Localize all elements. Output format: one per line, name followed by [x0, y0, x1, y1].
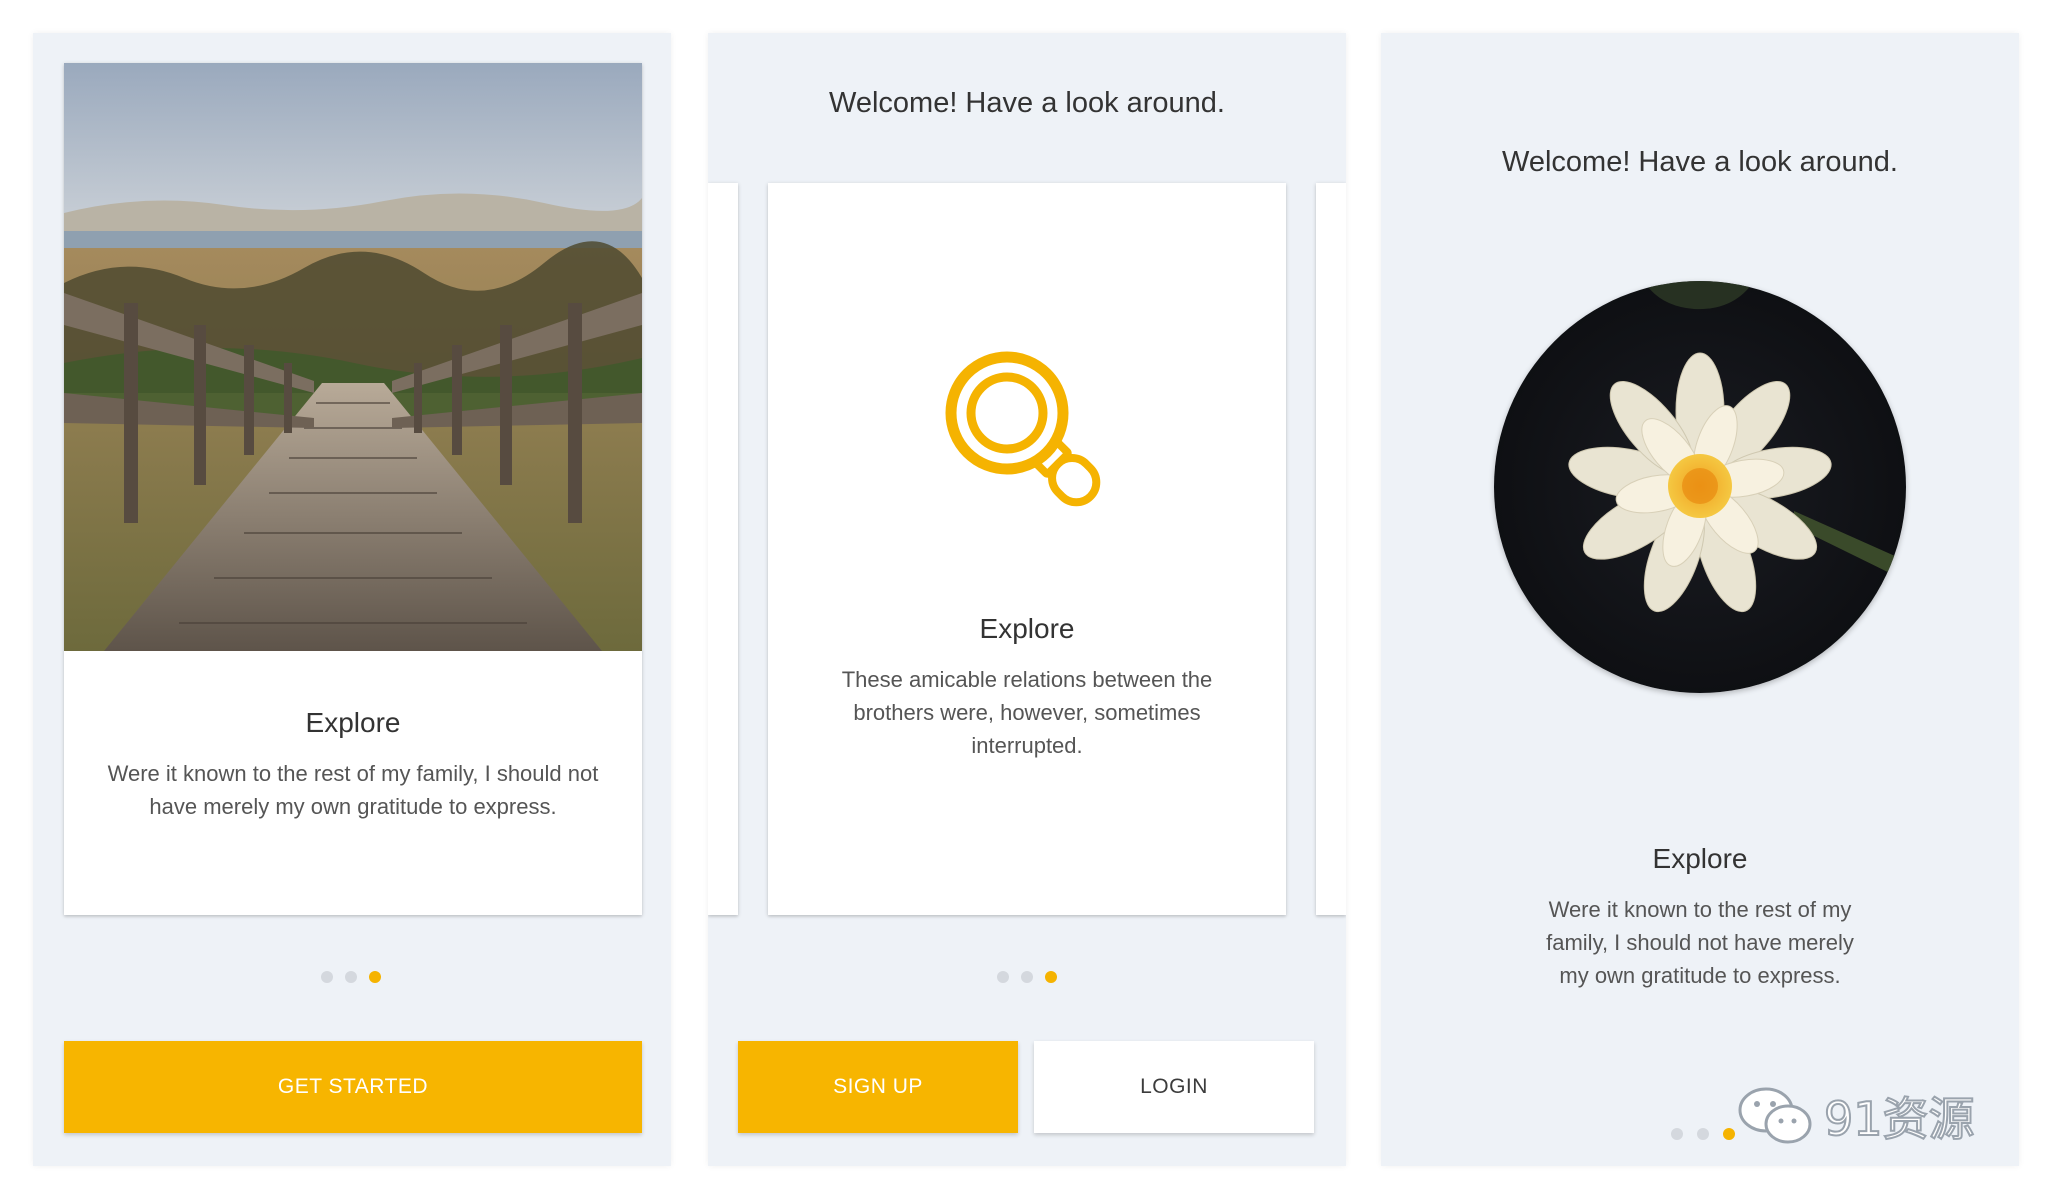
watermark-text: 91资源 [1823, 1091, 1976, 1147]
onboarding-screen-circle-image: Welcome! Have a look around. Explore Wer… [1381, 33, 2019, 1166]
page-dot-2[interactable] [345, 971, 357, 983]
sign-up-button[interactable]: SIGN UP [738, 1041, 1018, 1133]
boardwalk-photo [64, 63, 642, 651]
screen-title: Explore [1652, 843, 1748, 874]
magnifier-icon [945, 351, 1101, 507]
water-lily-image [1494, 281, 1906, 693]
page-indicator [997, 971, 1057, 983]
card-title: Explore [979, 613, 1075, 644]
get-started-button[interactable]: GET STARTED [64, 1041, 642, 1133]
welcome-heading: Welcome! Have a look around. [828, 87, 1225, 119]
page-dot-2[interactable] [1021, 971, 1033, 983]
page-dot-3-active[interactable] [1045, 971, 1057, 983]
explore-card: Explore These amicable relations between… [768, 183, 1286, 915]
next-card-peek[interactable] [1316, 183, 1346, 915]
welcome-heading: Welcome! Have a look around. [1501, 146, 1898, 178]
onboarding-screen-image-card: Explore Were it known to the rest of my … [33, 33, 671, 1166]
page-dot-2[interactable] [1697, 1128, 1709, 1140]
card-title: Explore [305, 707, 401, 738]
screen-body: Were it known to the rest of my family, … [1546, 897, 1854, 988]
card-body: These amicable relations between the bro… [841, 667, 1213, 758]
page-indicator [1671, 1128, 1735, 1140]
page-dot-1[interactable] [1671, 1128, 1683, 1140]
explore-card: Explore Were it known to the rest of my … [64, 63, 642, 915]
card-body: Were it known to the rest of my family, … [107, 761, 599, 819]
watermark: 91资源 [1736, 1083, 1976, 1149]
login-button[interactable]: LOGIN [1034, 1041, 1314, 1133]
page-dot-3-active[interactable] [369, 971, 381, 983]
wechat-icon [1738, 1087, 1812, 1144]
previous-card-peek[interactable] [708, 183, 738, 915]
page-indicator [321, 971, 381, 983]
boardwalk-landscape-image [64, 63, 642, 651]
page-dot-1[interactable] [997, 971, 1009, 983]
page-dot-1[interactable] [321, 971, 333, 983]
onboarding-screen-icon-carousel: Welcome! Have a look around. Explore The… [708, 33, 1346, 1166]
lotus-photo [1494, 281, 1906, 693]
page-dot-3-active[interactable] [1723, 1128, 1735, 1140]
